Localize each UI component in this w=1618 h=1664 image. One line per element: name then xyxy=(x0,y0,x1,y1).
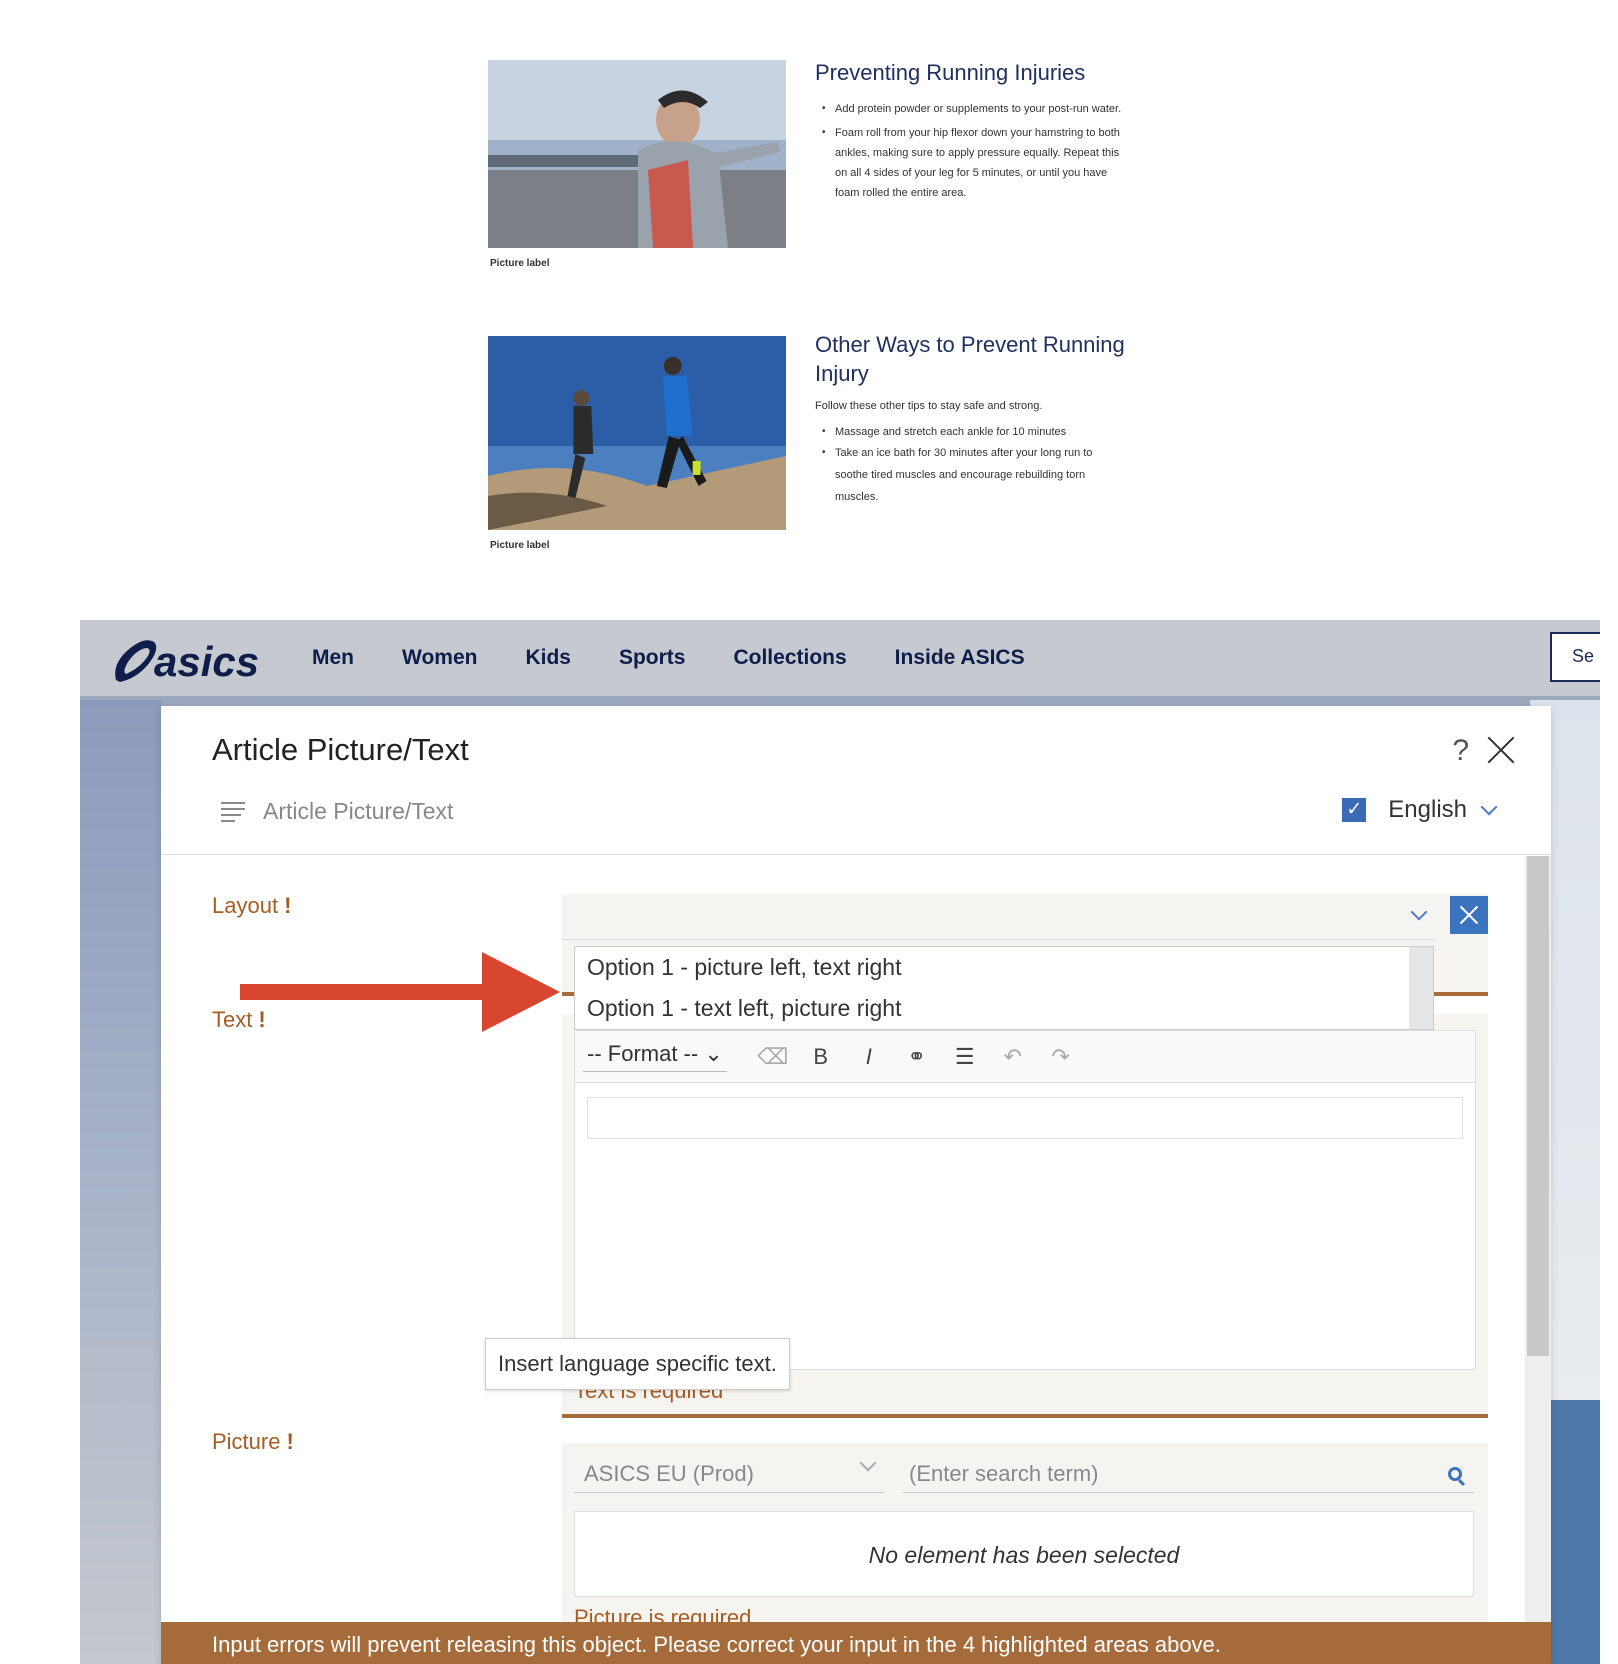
preview-bullet: Add protein powder or supplements to you… xyxy=(815,99,1125,119)
format-select[interactable]: -- Format -- ⌄ xyxy=(583,1041,727,1072)
nav-item-men[interactable]: Men xyxy=(312,646,354,670)
picture-label: Picture! xyxy=(212,1429,294,1454)
svg-text:asics: asics xyxy=(154,638,259,685)
eraser-icon[interactable]: ⌫ xyxy=(749,1044,797,1070)
dialog-scrollbar[interactable] xyxy=(1525,856,1551,1664)
nav-item-sports[interactable]: Sports xyxy=(619,646,686,670)
preview-text-1: Preventing Running Injuries Add protein … xyxy=(815,58,1125,207)
nav-menu: Men Women Kids Sports Collections Inside… xyxy=(312,646,1073,670)
preview-bullet: Massage and stretch each ankle for 10 mi… xyxy=(815,422,1125,442)
preview-title: Other Ways to Prevent Running Injury xyxy=(815,332,1125,386)
preview-bullet: Take an ice bath for 30 minutes after yo… xyxy=(815,442,1125,508)
nav-item-women[interactable]: Women xyxy=(402,646,477,670)
scrollbar-thumb[interactable] xyxy=(1527,856,1549,1356)
bullet-list-icon[interactable]: ☰ xyxy=(941,1044,989,1070)
chevron-down-icon xyxy=(1410,903,1428,921)
edit-dialog: Article Picture/Text ? Article Picture/T… xyxy=(161,706,1551,1664)
rich-text-editor: -- Format -- ⌄ ⌫ B I ⚭ ☰ ↶ ↷ xyxy=(574,1030,1476,1370)
editor-toolbar: -- Format -- ⌄ ⌫ B I ⚭ ☰ ↶ ↷ xyxy=(575,1031,1475,1083)
dropdown-scrollbar[interactable] xyxy=(1409,947,1433,1029)
preview-title: Preventing Running Injuries xyxy=(815,60,1086,85)
nav-item-inside-asics[interactable]: Inside ASICS xyxy=(895,646,1025,670)
asics-logo[interactable]: asics xyxy=(110,628,260,688)
dialog-subheader: Article Picture/Text xyxy=(221,798,453,825)
chevron-down-icon xyxy=(1480,798,1498,816)
layout-label: Layout! xyxy=(212,893,292,918)
page: Picture label Preventing Running Injurie… xyxy=(0,0,1618,1664)
red-arrow-icon xyxy=(240,952,560,1032)
dialog-subtitle: Article Picture/Text xyxy=(263,798,454,824)
picture-search-input[interactable]: (Enter search term) xyxy=(903,1453,1474,1493)
language-selector[interactable]: ✓ English xyxy=(1342,796,1498,824)
undo-icon[interactable]: ↶ xyxy=(989,1044,1037,1070)
site-search-button[interactable]: Se xyxy=(1550,632,1600,682)
italic-button[interactable]: I xyxy=(845,1044,893,1070)
preview-bullets: Add protein powder or supplements to you… xyxy=(815,99,1125,203)
nav-item-kids[interactable]: Kids xyxy=(525,646,571,670)
preview-text-2: Other Ways to Prevent Running Injury Fol… xyxy=(815,330,1125,512)
help-button[interactable]: ? xyxy=(1452,734,1469,768)
close-icon[interactable] xyxy=(1483,732,1519,768)
dialog-title: Article Picture/Text xyxy=(212,732,469,767)
top-navigation: asics Men Women Kids Sports Collections … xyxy=(80,620,1600,696)
editor-content[interactable] xyxy=(587,1097,1463,1139)
preview-intro: Follow these other tips to stay safe and… xyxy=(815,400,1043,412)
preview-image-runner xyxy=(488,60,786,248)
preview-bullets: Massage and stretch each ankle for 10 mi… xyxy=(815,422,1125,508)
preview-block-2: Picture label Other Ways to Prevent Runn… xyxy=(488,330,1128,560)
picture-label: Picture label xyxy=(490,540,550,551)
divider xyxy=(161,854,1551,855)
picture-label: Picture label xyxy=(490,258,550,269)
preview-block-1: Picture label Preventing Running Injurie… xyxy=(488,58,1128,278)
language-label: English xyxy=(1388,796,1467,823)
preview-bullet: Foam roll from your hip flexor down your… xyxy=(815,123,1125,203)
hero-photo-left xyxy=(80,700,162,1340)
chevron-down-icon xyxy=(859,1454,877,1472)
tooltip: Insert language specific text. xyxy=(485,1338,790,1390)
picture-empty-state: No element has been selected xyxy=(574,1511,1474,1597)
link-icon[interactable]: ⚭ xyxy=(893,1044,941,1070)
redo-icon[interactable]: ↷ xyxy=(1037,1044,1085,1070)
nav-item-collections[interactable]: Collections xyxy=(733,646,846,670)
search-icon[interactable] xyxy=(1448,1467,1462,1481)
picture-source-select[interactable]: ASICS EU (Prod) xyxy=(574,1453,884,1493)
text-lines-icon xyxy=(221,801,245,822)
language-checkbox[interactable]: ✓ xyxy=(1342,798,1367,822)
clear-layout-button[interactable] xyxy=(1450,896,1488,934)
error-banner: Input errors will prevent releasing this… xyxy=(161,1622,1551,1664)
bold-button[interactable]: B xyxy=(797,1044,845,1070)
preview-image-runners xyxy=(488,336,786,530)
layout-select[interactable] xyxy=(562,894,1437,940)
